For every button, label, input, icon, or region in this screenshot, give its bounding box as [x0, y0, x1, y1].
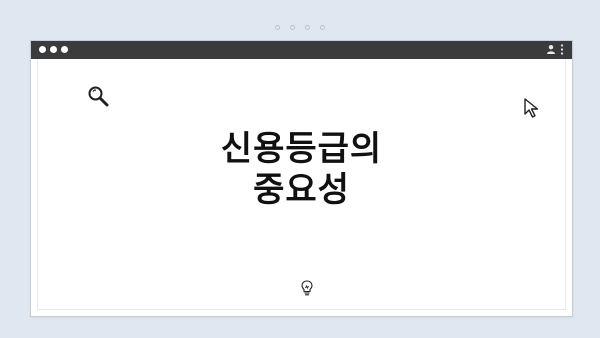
dot — [290, 25, 295, 30]
magnifier-icon — [86, 84, 110, 112]
lightbulb-icon — [300, 279, 314, 301]
carousel-dots — [0, 25, 600, 30]
dot — [305, 25, 310, 30]
close-dot-icon[interactable] — [39, 46, 46, 53]
maximize-dot-icon[interactable] — [61, 46, 68, 53]
person-icon[interactable] — [546, 44, 556, 55]
dot — [275, 25, 280, 30]
window-controls[interactable] — [39, 46, 68, 53]
dot — [320, 25, 325, 30]
window-titlebar — [31, 41, 572, 59]
page-title-line-2: 중요성 — [253, 170, 350, 210]
page-title: 신용등급의 중요성 — [38, 129, 565, 211]
browser-window: 신용등급의 중요성 — [30, 40, 573, 317]
titlebar-actions — [546, 44, 564, 55]
content-area: 신용등급의 중요성 — [37, 59, 566, 310]
page-title-line-1: 신용등급의 — [220, 129, 383, 169]
more-vertical-icon[interactable] — [560, 44, 564, 55]
minimize-dot-icon[interactable] — [50, 46, 57, 53]
arrow-cursor-icon — [523, 97, 543, 123]
